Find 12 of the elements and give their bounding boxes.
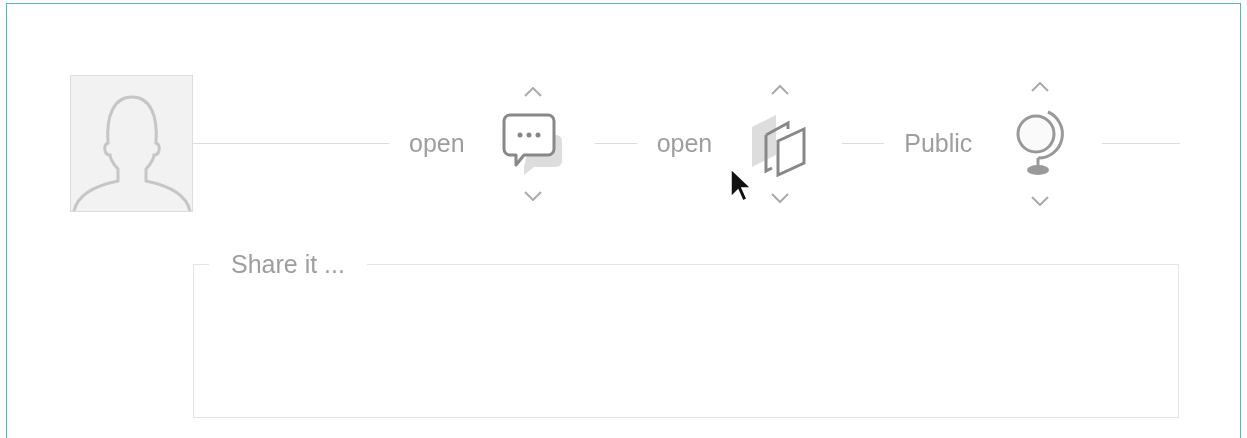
- chevron-up-icon[interactable]: [771, 84, 790, 95]
- speech-bubble-icon[interactable]: [501, 112, 564, 175]
- share-placeholder: Share it ...: [230, 249, 346, 280]
- option-label: open: [409, 127, 465, 159]
- chevron-down-icon[interactable]: [1031, 195, 1050, 206]
- chevron-down-icon[interactable]: [771, 192, 790, 203]
- chevron-down-icon[interactable]: [523, 190, 542, 201]
- option-label: open: [656, 127, 713, 159]
- mouse-pointer-icon: [729, 167, 751, 203]
- chevron-up-icon[interactable]: [523, 86, 542, 97]
- chevron-up-icon[interactable]: [1031, 81, 1050, 92]
- option-label: Public: [904, 127, 973, 159]
